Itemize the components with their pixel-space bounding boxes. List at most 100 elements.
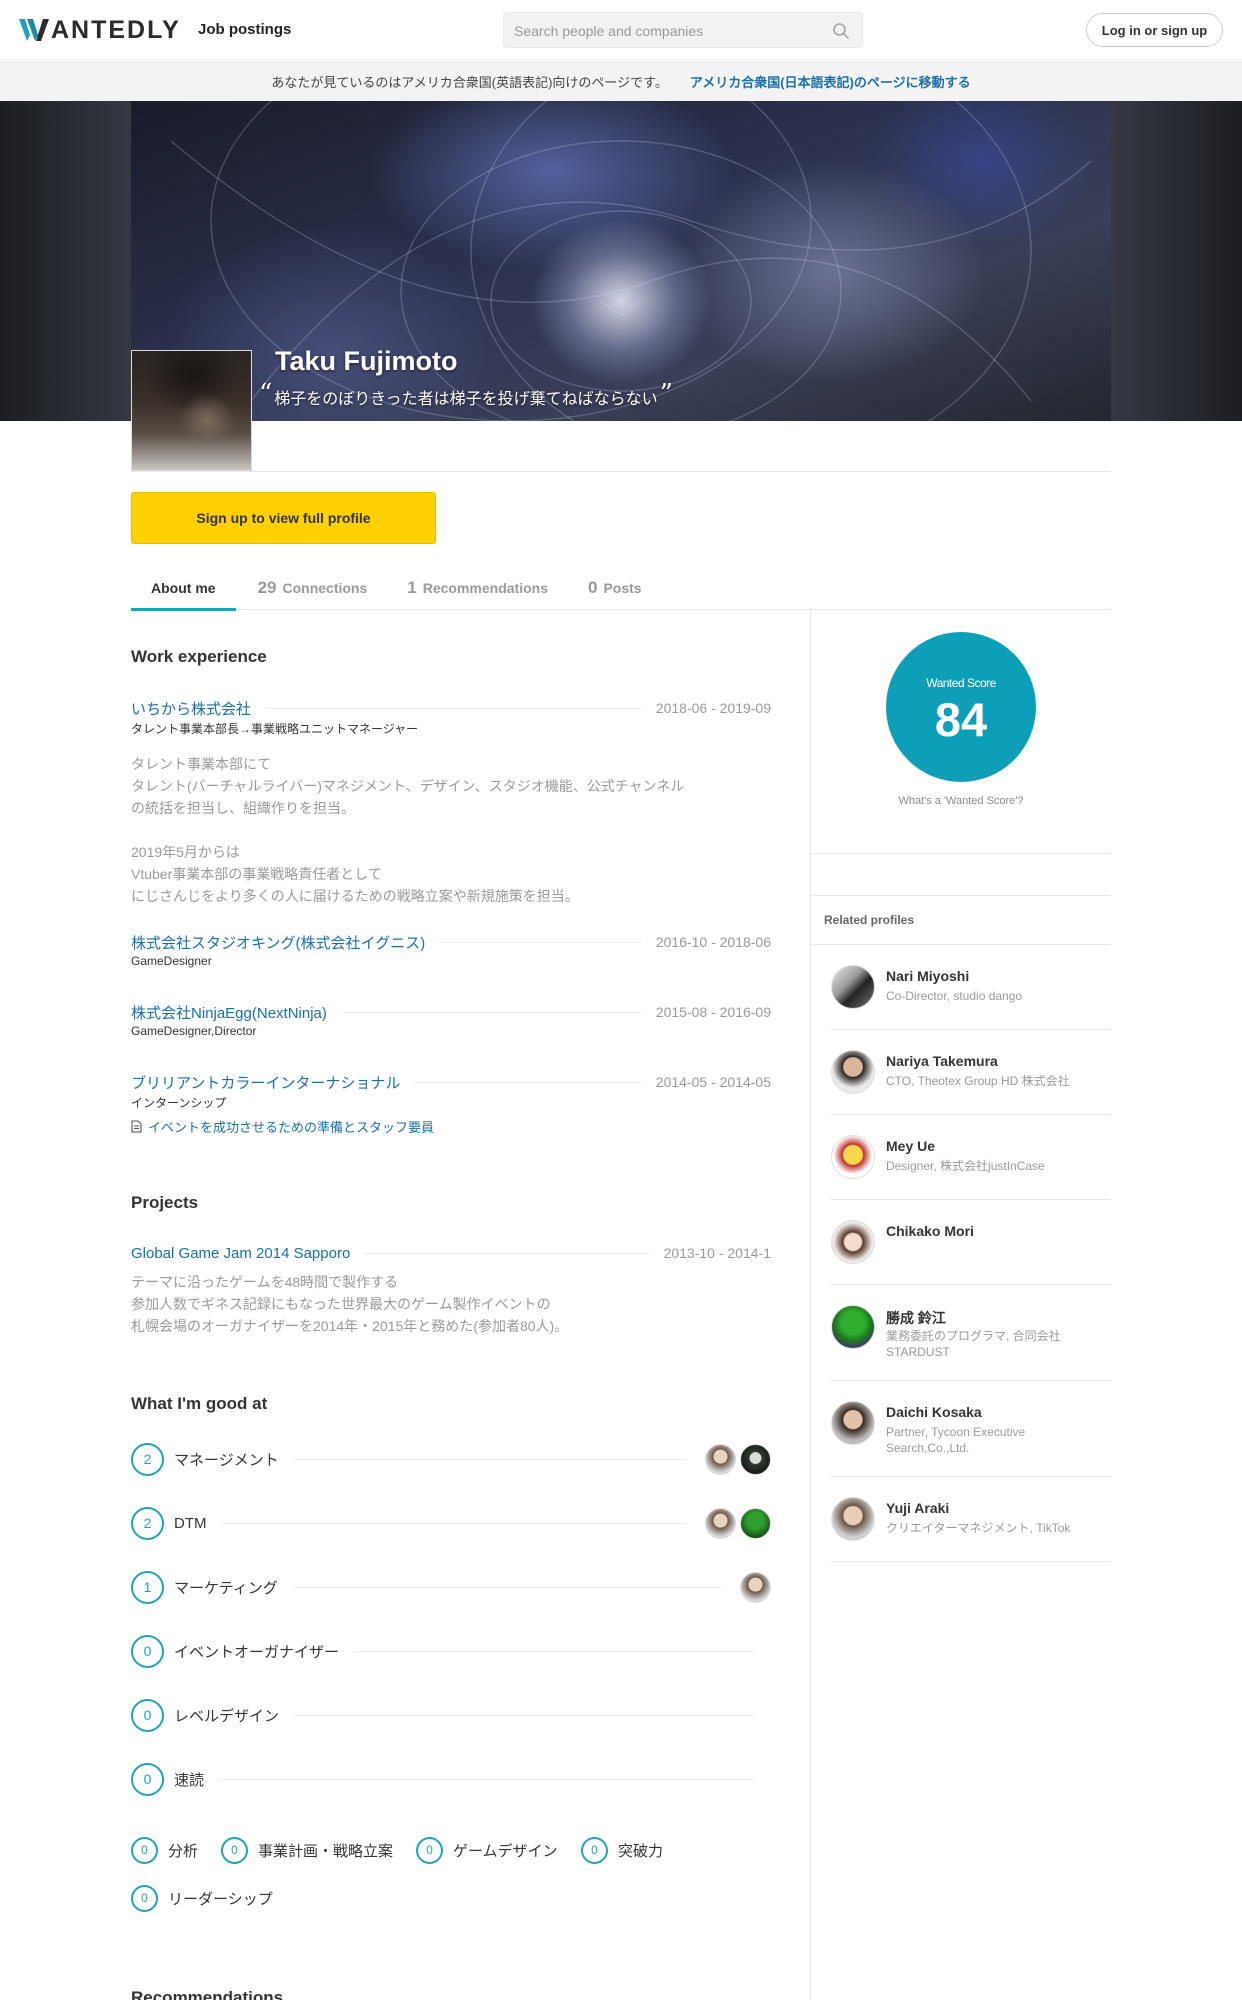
tab-count: 0 xyxy=(587,577,598,597)
experience-item: 株式会社NinjaEgg(NextNinja) 2015-08 - 2016-0… xyxy=(131,1002,771,1038)
experience-company-link[interactable]: いちから株式会社 xyxy=(131,698,251,719)
project-name-link[interactable]: Global Game Jam 2014 Sapporo xyxy=(131,1245,350,1262)
locale-banner-text: あなたが見ているのはアメリカ合衆国(英語表記)向けのページです。 xyxy=(271,74,668,90)
profile-avatar xyxy=(131,350,252,471)
open-quote-icon: “ xyxy=(259,379,273,409)
related-profile-avatar[interactable] xyxy=(831,1305,875,1349)
tab-count: 1 xyxy=(407,577,417,597)
experience-company-link[interactable]: ブリリアントカラーインターナショナル xyxy=(131,1072,400,1093)
skill-row[interactable]: 2 DTM xyxy=(131,1506,771,1540)
related-profile-avatar[interactable] xyxy=(831,1135,875,1179)
skill-row[interactable]: 0 レベルデザイン xyxy=(131,1698,771,1732)
related-profile-avatar[interactable] xyxy=(831,1220,875,1264)
signup-full-profile-button[interactable]: Sign up to view full profile xyxy=(131,492,436,544)
skill-endorse-count[interactable]: 0 xyxy=(221,1836,248,1864)
skill-row[interactable]: 0 速読 xyxy=(131,1762,771,1796)
tab-label: Recommendations xyxy=(422,579,548,596)
divider xyxy=(340,1011,642,1013)
experience-description: タレント事業本部にて タレント(バーチャルライバー)マネジメント、デザイン、スタ… xyxy=(131,756,685,904)
endorser-avatar[interactable] xyxy=(705,1507,736,1539)
skill-row[interactable]: 2 マネージメント xyxy=(131,1442,771,1476)
score-help-link[interactable]: What's a 'Wanted Score'? xyxy=(811,795,1111,807)
tab-about-me[interactable]: About me xyxy=(131,565,236,611)
divider xyxy=(831,1029,1111,1030)
tab-posts[interactable]: 0 Posts xyxy=(588,565,642,610)
search-icon[interactable] xyxy=(832,22,850,40)
search-box[interactable] xyxy=(503,12,863,48)
skill-chip[interactable]: 0 分析 xyxy=(131,1836,198,1864)
divider xyxy=(265,707,642,709)
nav-job-postings[interactable]: Job postings xyxy=(198,21,291,38)
skill-endorse-count[interactable]: 0 xyxy=(581,1836,608,1864)
divider xyxy=(220,1522,687,1524)
login-signup-button[interactable]: Log in or sign up xyxy=(1086,13,1223,47)
endorser-avatar[interactable] xyxy=(740,1571,771,1603)
related-profile-name[interactable]: Chikako Mori xyxy=(886,1223,974,1239)
close-quote-icon: ” xyxy=(659,379,673,409)
experience-story-link[interactable]: イベントを成功させるための準備とスタッフ要員 xyxy=(131,1117,771,1136)
skill-endorse-count[interactable]: 0 xyxy=(131,1762,164,1796)
work-experience-title: Work experience xyxy=(131,647,267,666)
divider xyxy=(811,895,1111,896)
experience-company-link[interactable]: 株式会社NinjaEgg(NextNinja) xyxy=(131,1002,327,1023)
related-profile-name[interactable]: Mey Ue xyxy=(886,1138,935,1154)
experience-date: 2014-05 - 2014-05 xyxy=(655,1074,771,1090)
search-input[interactable] xyxy=(514,21,814,41)
endorser-avatar[interactable] xyxy=(740,1443,771,1475)
tab-connections[interactable]: 29 Connections xyxy=(258,565,368,610)
divider xyxy=(364,1252,650,1254)
divider xyxy=(439,941,642,943)
experience-date: 2016-10 - 2018-06 xyxy=(655,934,771,950)
profile-quote-text: 梯子をのぼりきった者は梯子を投げ棄てねばならない xyxy=(274,391,658,408)
skill-chip[interactable]: 0 リーダーシップ xyxy=(131,1884,273,1912)
related-profile-name[interactable]: Daichi Kosaka xyxy=(886,1404,982,1420)
related-profile-avatar[interactable] xyxy=(831,1401,875,1445)
related-profile-avatar[interactable] xyxy=(831,965,875,1009)
related-profile-avatar[interactable] xyxy=(831,1050,875,1094)
skill-endorse-count[interactable]: 0 xyxy=(131,1884,158,1912)
experience-company-link[interactable]: 株式会社スタジオキング(株式会社イグニス) xyxy=(131,932,425,953)
tab-recommendations[interactable]: 1 Recommendations xyxy=(407,565,548,610)
skill-endorse-count[interactable]: 1 xyxy=(131,1570,164,1604)
logo-text: ANTEDLY xyxy=(51,15,181,44)
skill-chip[interactable]: 0 突破力 xyxy=(581,1836,663,1864)
skill-endorse-count[interactable]: 0 xyxy=(131,1836,158,1864)
related-profile-name[interactable]: 勝成 鈴江 xyxy=(886,1308,946,1328)
skill-endorse-count[interactable]: 2 xyxy=(131,1442,164,1476)
skill-row[interactable]: 0 イベントオーガナイザー xyxy=(131,1634,771,1668)
locale-switch-link[interactable]: アメリカ合衆国(日本語表記)のページに移動する xyxy=(690,72,971,91)
wantedly-w-logo-icon xyxy=(19,19,49,41)
experience-role: GameDesigner,Director xyxy=(131,1024,257,1038)
related-profile-name[interactable]: Nari Miyoshi xyxy=(886,968,969,984)
skill-chip[interactable]: 0 事業計画・戦略立案 xyxy=(221,1836,393,1864)
divider xyxy=(353,1650,757,1652)
related-profile-subtitle: Designer, 株式会社justInCase xyxy=(886,1159,1045,1173)
experience-role: インターンシップ xyxy=(131,1096,227,1110)
skill-endorse-count[interactable]: 0 xyxy=(131,1634,164,1668)
endorser-avatar[interactable] xyxy=(740,1507,771,1539)
skill-endorse-count[interactable]: 0 xyxy=(131,1698,164,1732)
site-header: ANTEDLY Job postings Log in or sign up xyxy=(0,0,1242,60)
skill-endorse-count[interactable]: 0 xyxy=(416,1836,443,1864)
divider xyxy=(218,1778,757,1780)
skill-name: リーダーシップ xyxy=(168,1890,273,1908)
skill-row[interactable]: 1 マーケティング xyxy=(131,1570,771,1604)
related-profile-avatar[interactable] xyxy=(831,1497,875,1541)
divider xyxy=(831,1284,1111,1285)
divider xyxy=(293,1714,757,1716)
experience-item: 株式会社スタジオキング(株式会社イグニス) 2016-10 - 2018-06 … xyxy=(131,932,771,968)
experience-story-link-text[interactable]: イベントを成功させるための準備とスタッフ要員 xyxy=(148,1117,434,1136)
related-profile-name[interactable]: Nariya Takemura xyxy=(886,1053,998,1069)
projects-title: Projects xyxy=(131,1193,199,1212)
endorser-avatar[interactable] xyxy=(705,1443,736,1475)
tab-count: 29 xyxy=(257,577,277,597)
divider xyxy=(831,1380,1111,1381)
wantedly-logo[interactable]: ANTEDLY xyxy=(19,16,181,44)
profile-quote: “ 梯子をのぼりきった者は梯子を投げ棄てねばならない ” xyxy=(259,379,675,409)
related-profiles-title: Related profiles xyxy=(824,913,915,927)
skill-chip[interactable]: 0 ゲームデザイン xyxy=(416,1836,558,1864)
divider xyxy=(831,1476,1111,1477)
related-profile-name[interactable]: Yuji Araki xyxy=(886,1500,949,1516)
skill-name: DTM xyxy=(174,1514,207,1532)
skill-endorse-count[interactable]: 2 xyxy=(131,1506,164,1540)
